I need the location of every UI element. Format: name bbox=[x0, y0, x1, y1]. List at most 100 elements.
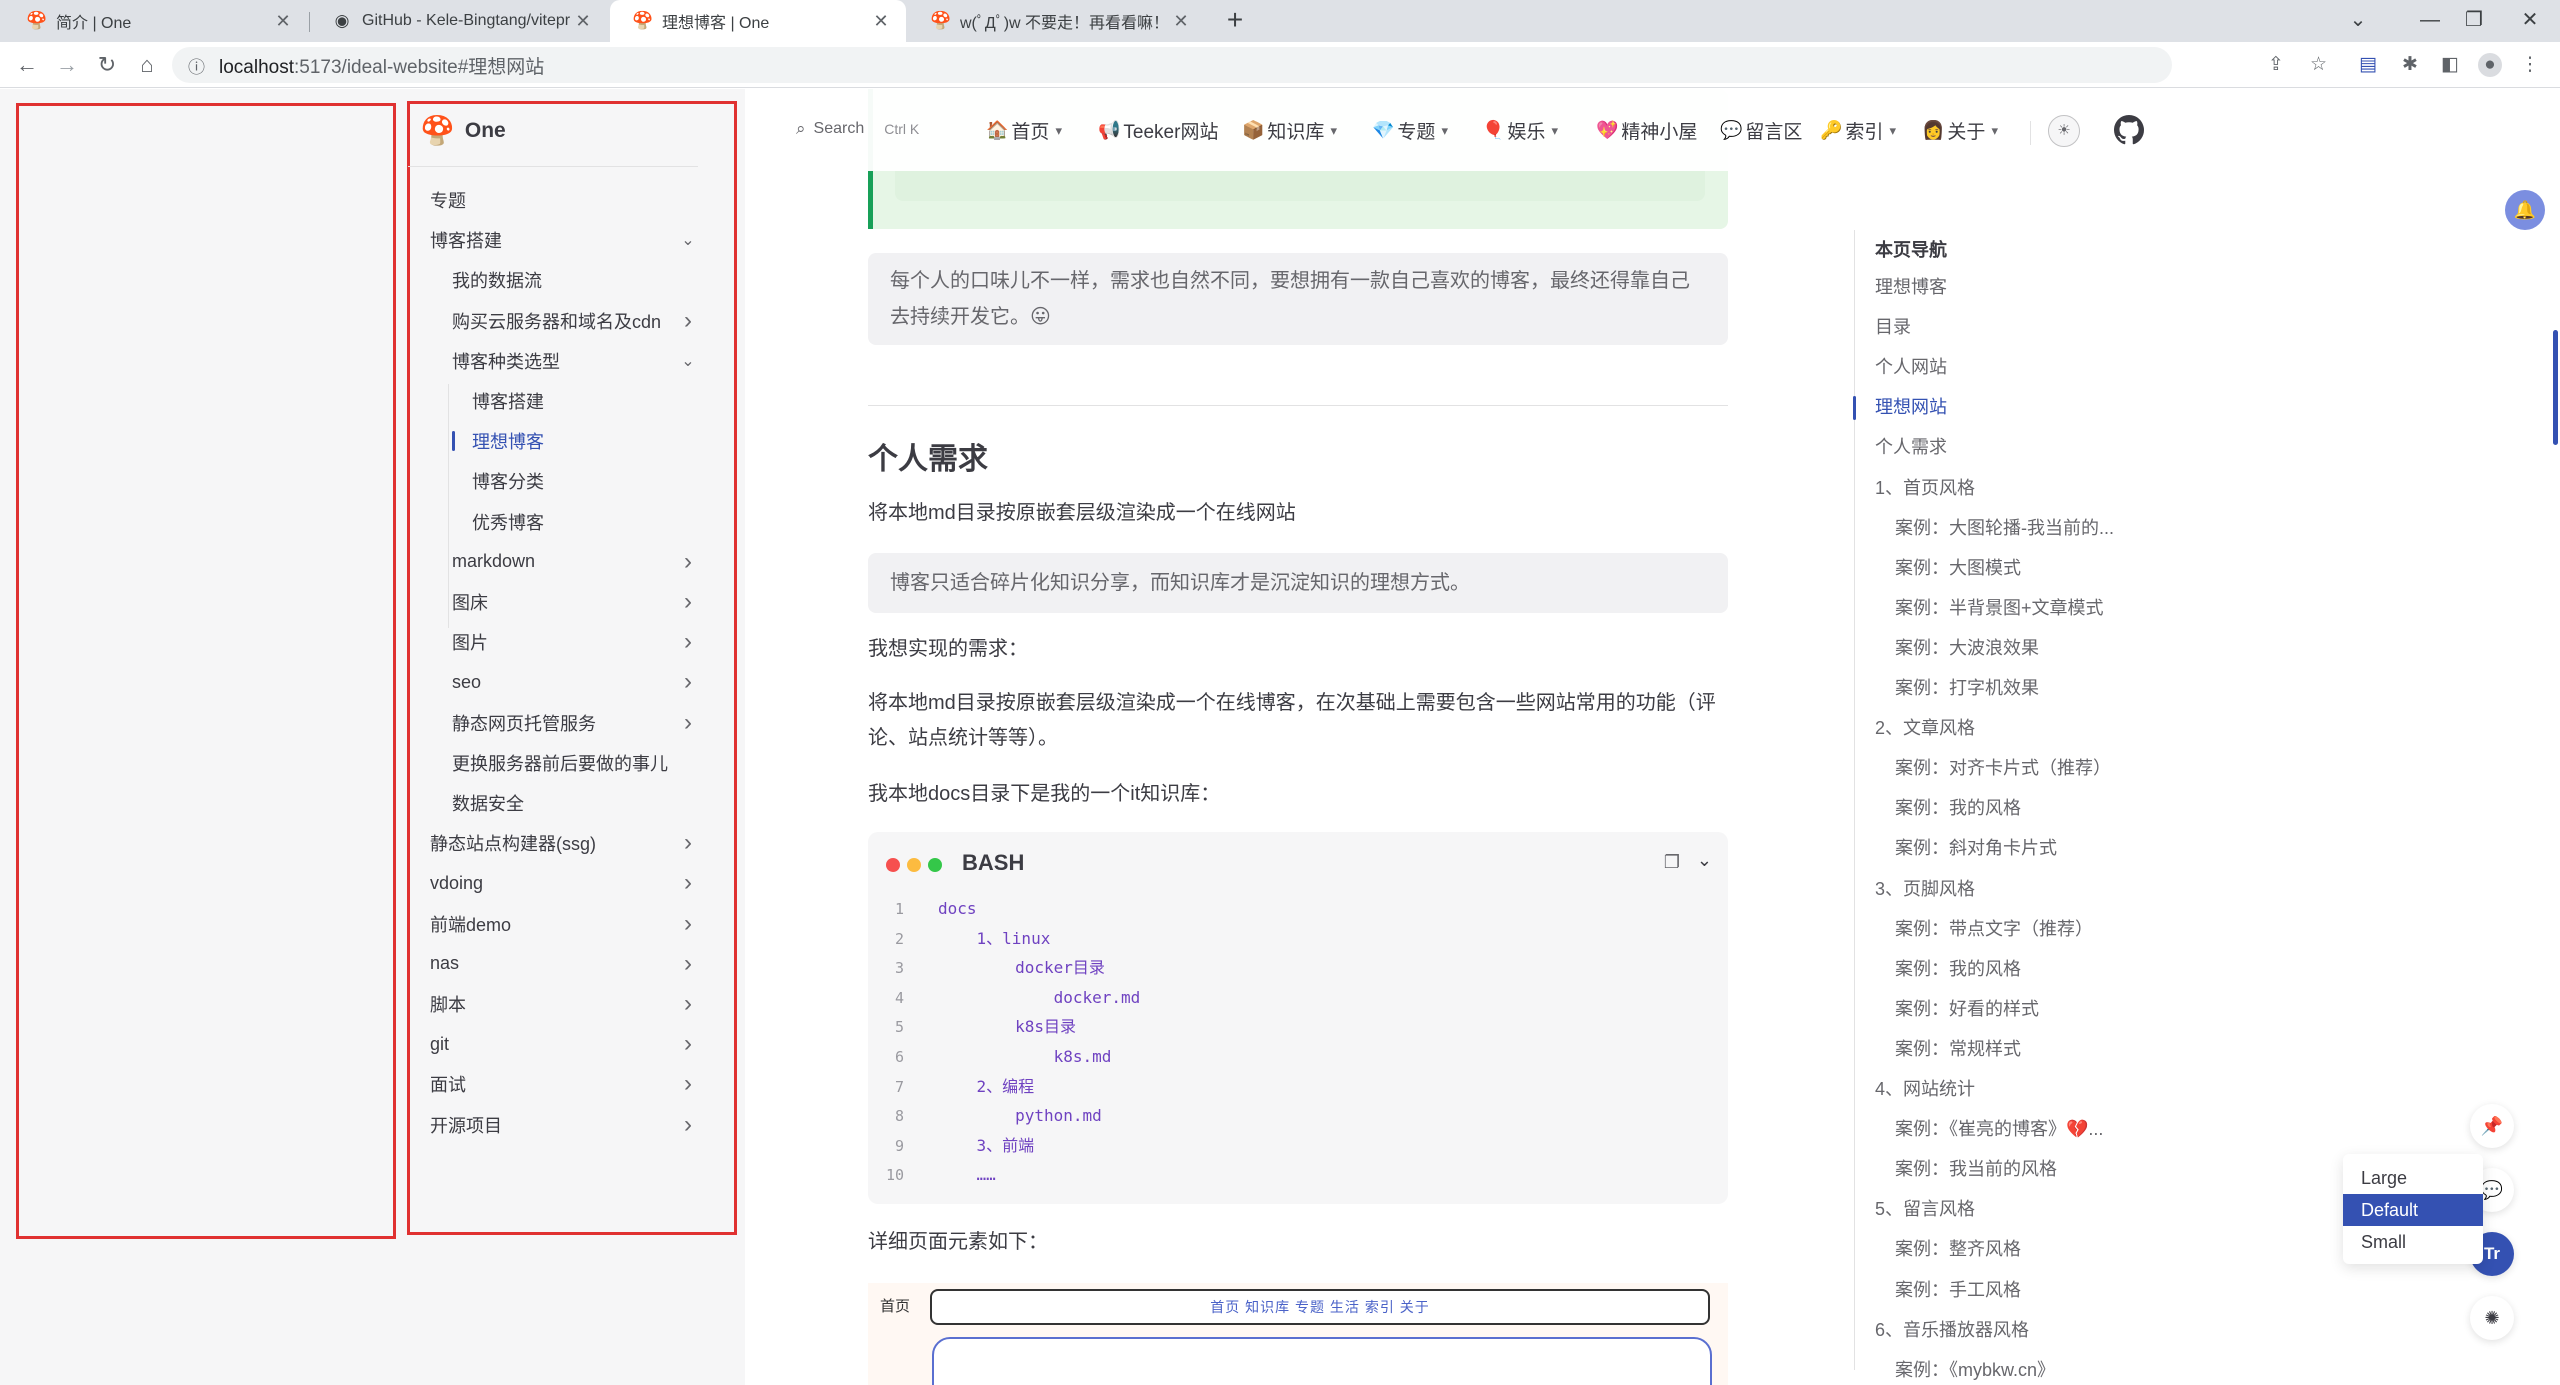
sidebar-item[interactable]: 图床 › bbox=[452, 582, 698, 622]
notification-bell-icon[interactable]: 🔔 bbox=[2505, 190, 2545, 230]
tab-intro[interactable]: 🍄 简介 | One ✕ bbox=[4, 0, 308, 42]
outline-link[interactable]: 案例：我的风格 bbox=[1895, 793, 2021, 823]
nav-item[interactable]: 📦 知识库 ▾ bbox=[1242, 117, 1337, 144]
theme-toggle-sun-icon[interactable]: ☀ bbox=[2048, 115, 2080, 147]
info-icon[interactable]: ⓘ bbox=[188, 53, 205, 78]
outline-link[interactable]: 6、音乐播放器风格 bbox=[1875, 1315, 2029, 1345]
sidebar-item[interactable]: 前端demo › bbox=[430, 904, 698, 944]
sidebar-item[interactable]: 优秀博客 bbox=[472, 502, 698, 542]
outline-link[interactable]: 案例：我的风格 bbox=[1895, 954, 2021, 984]
tab-ideal-blog[interactable]: 🍄 理想博客 | One ✕ bbox=[610, 0, 906, 42]
sidebar-item[interactable]: 静态站点构建器(ssg) › bbox=[430, 823, 698, 863]
restore-icon[interactable]: ❐ bbox=[2444, 0, 2504, 42]
outline-link[interactable]: 个人需求 bbox=[1875, 432, 1947, 462]
back-icon[interactable]: ← bbox=[12, 50, 42, 80]
close-icon[interactable]: ✕ bbox=[1170, 11, 1192, 32]
tab-search-icon[interactable]: ⌄ bbox=[2328, 0, 2388, 42]
sidebar-item[interactable]: 我的数据流 bbox=[452, 260, 698, 300]
sidebar-item[interactable]: 博客种类选型 ⌄ bbox=[452, 341, 698, 381]
nav-item[interactable]: 🔑 索引 ▾ bbox=[1820, 117, 1896, 144]
chevron-right-icon[interactable]: › bbox=[678, 668, 698, 696]
sidebar-item[interactable]: 脚本 › bbox=[430, 984, 698, 1024]
sidebar-item[interactable]: 开源项目 › bbox=[430, 1105, 698, 1145]
nav-item[interactable]: 👩 关于 ▾ bbox=[1922, 117, 1998, 144]
close-icon[interactable]: ✕ bbox=[272, 11, 294, 32]
home-icon[interactable]: ⌂ bbox=[132, 50, 162, 80]
new-tab-button[interactable]: + bbox=[1218, 4, 1252, 38]
chevron-right-icon[interactable]: › bbox=[678, 307, 698, 335]
outline-link[interactable]: 案例：大图轮播-我当前的... bbox=[1895, 513, 2114, 543]
chevron-right-icon[interactable]: › bbox=[678, 869, 698, 897]
scrollbar-thumb[interactable] bbox=[2553, 330, 2558, 445]
outline-link[interactable]: 理想网站 bbox=[1875, 392, 1947, 422]
pin-icon[interactable]: 📌 bbox=[2470, 1104, 2514, 1148]
sidebar-item[interactable]: vdoing › bbox=[430, 863, 698, 903]
search-button[interactable]: ⌕ Search Ctrl K bbox=[796, 119, 919, 139]
chevron-right-icon[interactable]: › bbox=[678, 950, 698, 978]
outline-link[interactable]: 案例：大图模式 bbox=[1895, 553, 2021, 583]
close-icon[interactable]: ✕ bbox=[572, 11, 594, 32]
sidebar-item[interactable]: 面试 › bbox=[430, 1064, 698, 1104]
outline-link[interactable]: 案例：带点文字（推荐） bbox=[1895, 914, 2093, 944]
sparkle-icon[interactable]: ✺ bbox=[2470, 1296, 2514, 1340]
chevron-right-icon[interactable]: › bbox=[678, 990, 698, 1018]
tab-github[interactable]: ◉ GitHub - Kele-Bingtang/vitepr ✕ bbox=[310, 0, 608, 42]
site-brand[interactable]: 🍄 One bbox=[420, 114, 506, 147]
close-icon[interactable]: ✕ bbox=[870, 11, 892, 32]
chevron-right-icon[interactable]: › bbox=[678, 628, 698, 656]
sidebar-item[interactable]: 数据安全 bbox=[452, 783, 698, 823]
outline-link[interactable]: 案例：打字机效果 bbox=[1895, 673, 2039, 703]
sidebar-item[interactable]: 更换服务器前后要做的事儿 bbox=[452, 743, 698, 783]
share-icon[interactable]: ⇪ bbox=[2268, 53, 2284, 76]
outline-link[interactable]: 2、文章风格 bbox=[1875, 713, 1975, 743]
sidebar-item[interactable]: 博客搭建 ⌄ bbox=[430, 220, 698, 260]
outline-link[interactable]: 案例：我当前的风格 bbox=[1895, 1154, 2057, 1184]
font-size-option[interactable]: Small bbox=[2343, 1226, 2483, 1258]
sidebar-item[interactable]: 理想博客 bbox=[452, 421, 698, 461]
sidebar-item[interactable]: 购买云服务器和域名及cdn › bbox=[452, 301, 698, 341]
reload-icon[interactable]: ↻ bbox=[92, 50, 122, 80]
chevron-right-icon[interactable]: › bbox=[678, 910, 698, 938]
sidebar-item[interactable]: nas › bbox=[430, 944, 698, 984]
sidebar-item[interactable]: git › bbox=[430, 1024, 698, 1064]
nav-item[interactable]: 💖 精神小屋 bbox=[1596, 117, 1697, 144]
profile-avatar-icon[interactable]: ● bbox=[2478, 53, 2502, 77]
sidebar-item[interactable]: 博客分类 bbox=[472, 461, 698, 501]
outline-link[interactable]: 案例：大波浪效果 bbox=[1895, 633, 2039, 663]
outline-link[interactable]: 案例：手工风格 bbox=[1895, 1275, 2021, 1305]
copy-icon[interactable]: ❐ bbox=[1664, 852, 1680, 873]
outline-link[interactable]: 3、页脚风格 bbox=[1875, 874, 1975, 904]
chevron-right-icon[interactable]: › bbox=[678, 829, 698, 857]
chevron-right-icon[interactable]: › bbox=[678, 1070, 698, 1098]
outline-link[interactable]: 案例：《mybkw.cn》 bbox=[1895, 1355, 2055, 1385]
close-window-icon[interactable]: ✕ bbox=[2500, 0, 2560, 42]
outline-link[interactable]: 4、网站统计 bbox=[1875, 1074, 1975, 1104]
chevron-down-icon[interactable]: ⌄ bbox=[1697, 850, 1712, 871]
outline-link[interactable]: 案例：半背景图+文章模式 bbox=[1895, 593, 2104, 623]
bookmark-star-icon[interactable]: ☆ bbox=[2310, 53, 2327, 76]
sidebar-item[interactable]: 静态网页托管服务 › bbox=[452, 703, 698, 743]
sidebar-item[interactable]: seo › bbox=[452, 662, 698, 702]
chevron-down-icon[interactable]: ⌄ bbox=[678, 230, 698, 250]
chevron-right-icon[interactable]: › bbox=[678, 588, 698, 616]
font-size-option[interactable]: Default bbox=[2343, 1194, 2483, 1226]
forward-icon[interactable]: → bbox=[52, 50, 82, 80]
outline-link[interactable]: 5、留言风格 bbox=[1875, 1194, 1975, 1224]
side-panel-icon[interactable]: ◧ bbox=[2438, 53, 2462, 77]
outline-link[interactable]: 案例：《崔亮的博客》💔... bbox=[1895, 1114, 2103, 1144]
chevron-down-icon[interactable]: ⌄ bbox=[678, 351, 698, 371]
outline-link[interactable]: 案例：对齐卡片式（推荐） bbox=[1895, 753, 2111, 783]
sidebar-item[interactable]: markdown › bbox=[452, 542, 698, 582]
outline-link[interactable]: 个人网站 bbox=[1875, 352, 1947, 382]
browser-menu-icon[interactable]: ⋮ bbox=[2518, 53, 2542, 77]
address-bar[interactable]: ⓘ localhost:5173/ideal-website#理想网站 bbox=[172, 47, 2172, 83]
nav-item[interactable]: 📢 Teeker网站 bbox=[1098, 117, 1218, 144]
nav-item[interactable]: 💎 专题 ▾ bbox=[1372, 117, 1448, 144]
chevron-right-icon[interactable]: › bbox=[678, 709, 698, 737]
outline-link[interactable]: 案例：常规样式 bbox=[1895, 1034, 2021, 1064]
sidebar-item[interactable]: 博客搭建 bbox=[472, 381, 698, 421]
sidebar-item[interactable]: 图片 › bbox=[452, 622, 698, 662]
outline-link[interactable]: 案例：斜对角卡片式 bbox=[1895, 833, 2057, 863]
chevron-right-icon[interactable]: › bbox=[678, 1030, 698, 1058]
nav-item[interactable]: 🎈 娱乐 ▾ bbox=[1482, 117, 1558, 144]
